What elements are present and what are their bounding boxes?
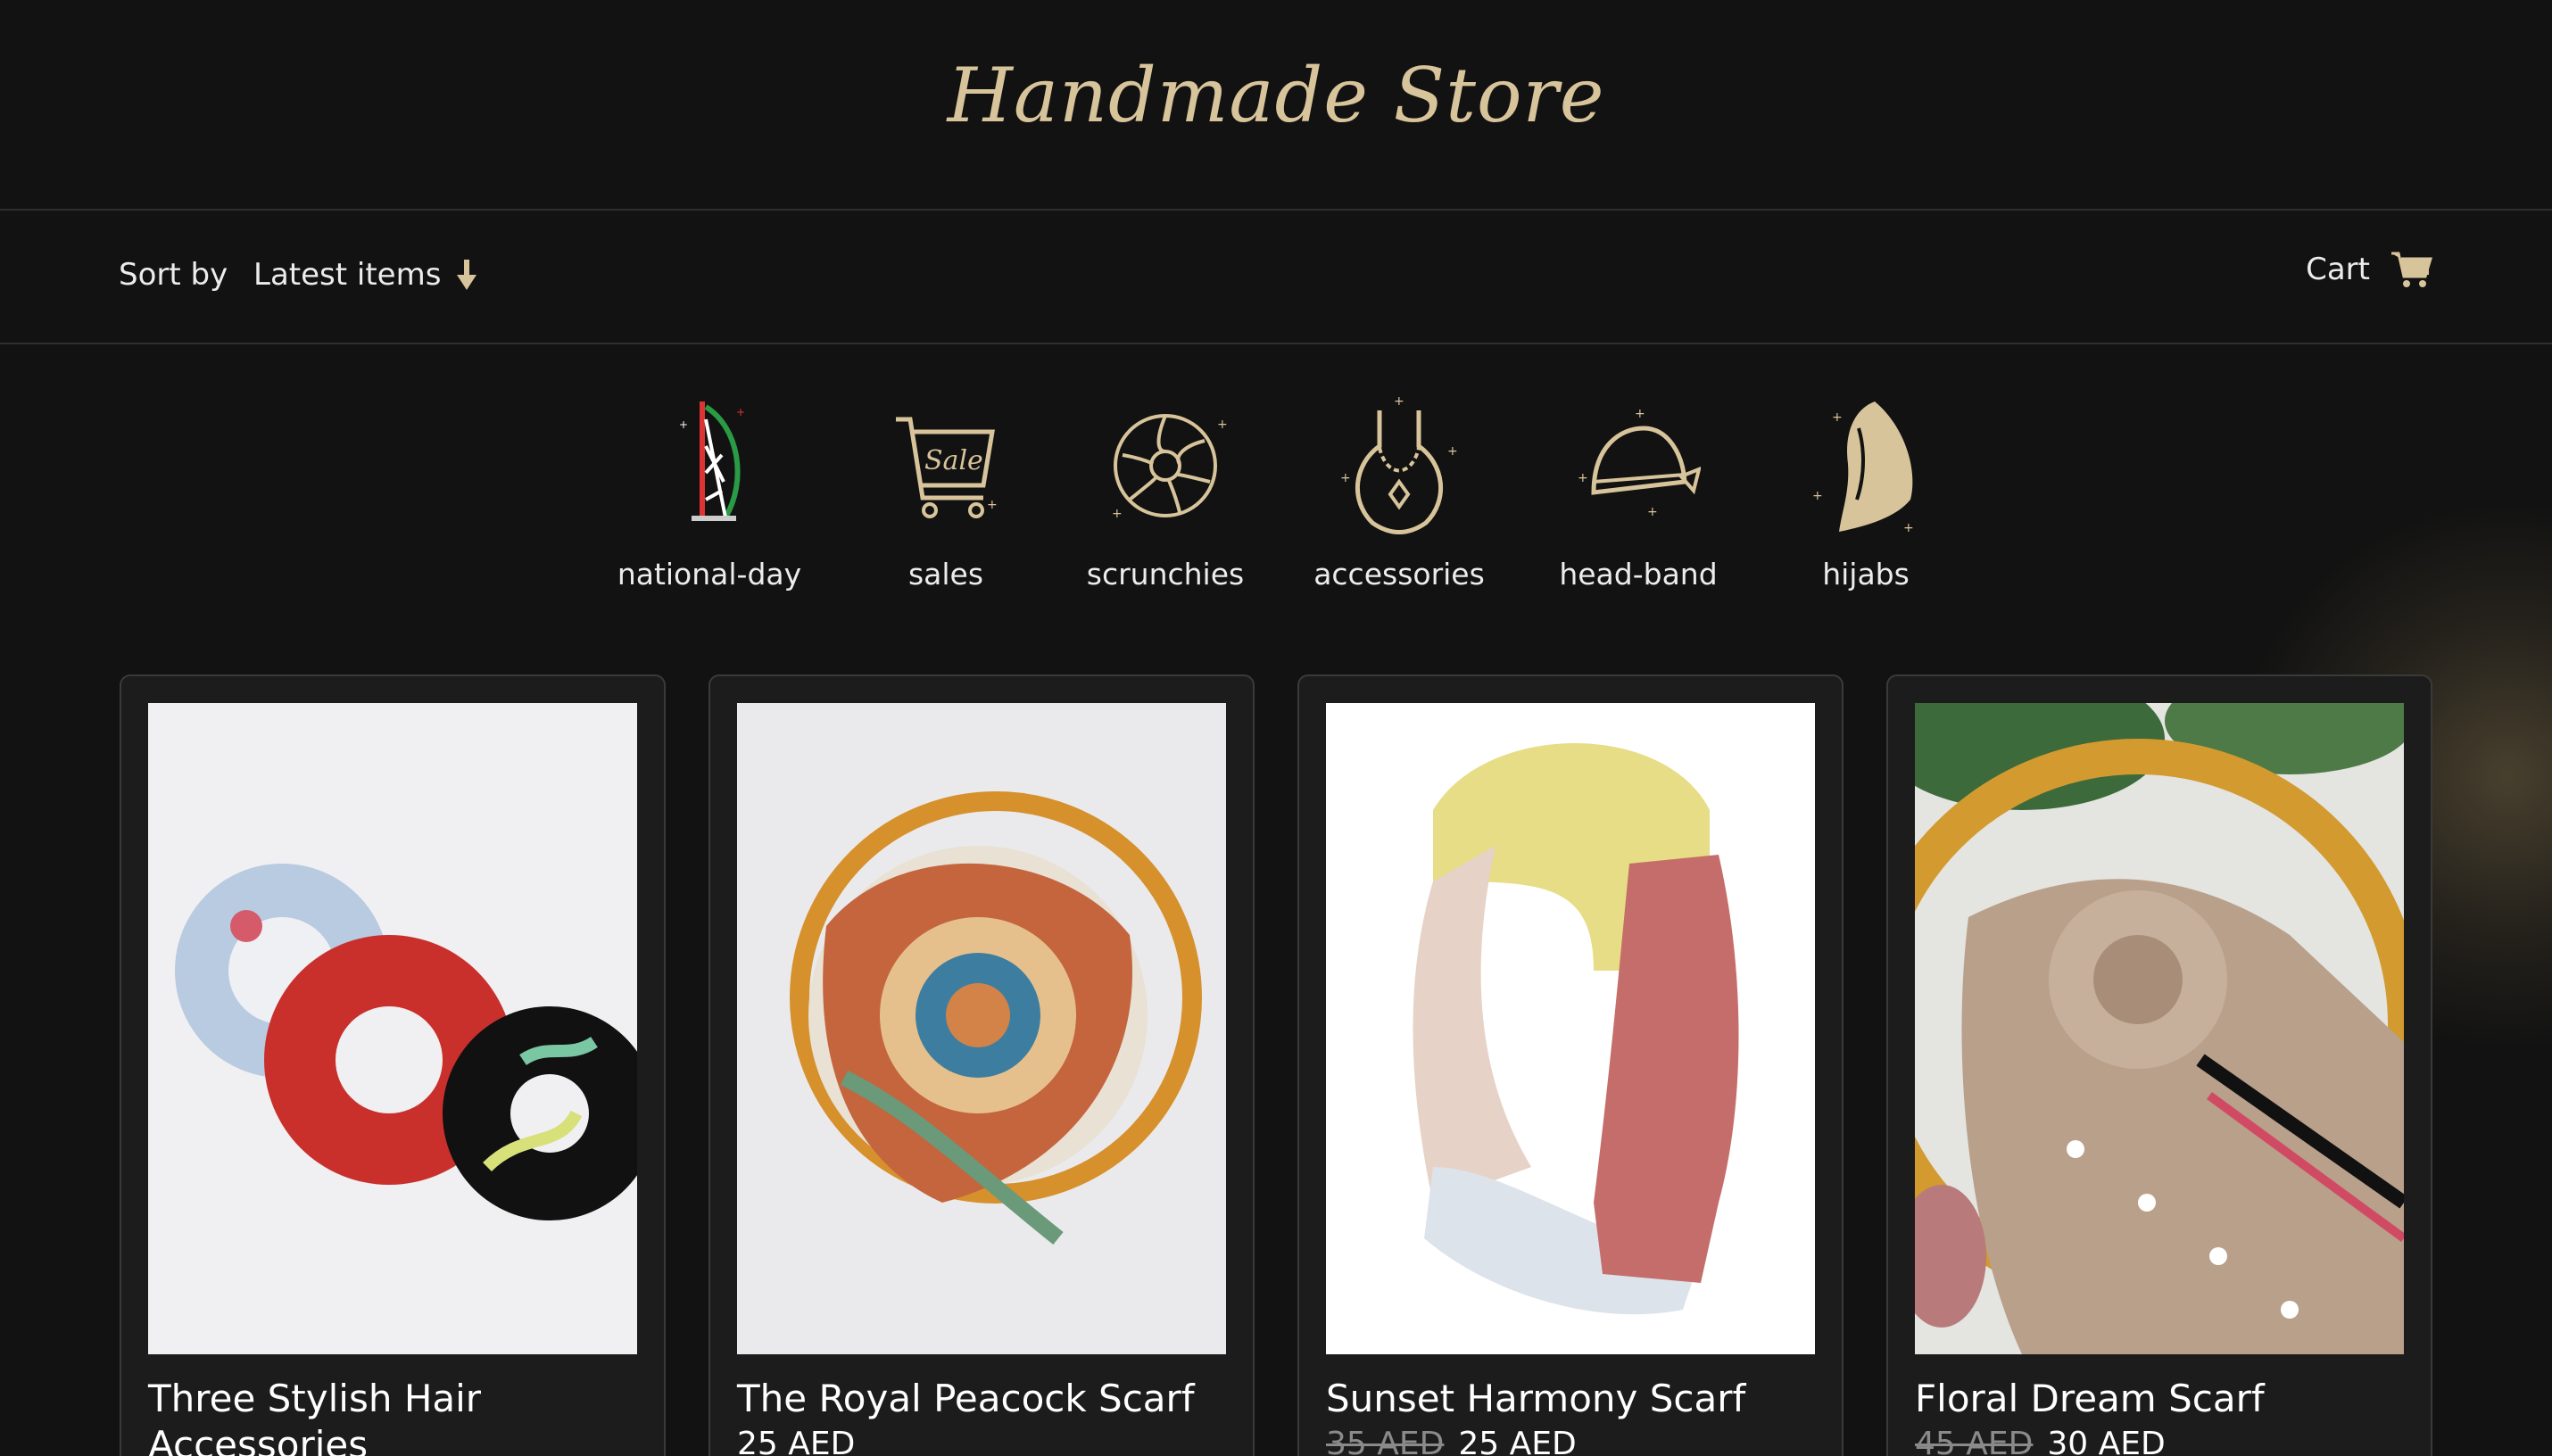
category-hijabs[interactable]: + + + hijabs <box>1759 393 1973 592</box>
floral-scarf-photo <box>1915 703 2404 1354</box>
svg-text:+: + <box>1578 471 1588 485</box>
arrow-down-icon <box>457 260 477 290</box>
category-label: national-day <box>617 557 802 592</box>
store-logo[interactable]: Handmade Store <box>948 52 1605 139</box>
svg-text:+: + <box>1340 471 1351 485</box>
category-label: scrunchies <box>1086 557 1245 592</box>
category-scrunchies[interactable]: + + scrunchies <box>1058 393 1272 592</box>
svg-text:+: + <box>1832 410 1843 425</box>
svg-text:Sale: Sale <box>924 445 983 476</box>
category-label: sales <box>907 557 984 592</box>
product-title: Floral Dream Scarf <box>1915 1377 2265 1420</box>
cart-label: Cart <box>2306 252 2370 287</box>
category-label: accessories <box>1313 557 1485 592</box>
category-head-band[interactable]: + + + head-band <box>1531 393 1745 592</box>
product-title: Three Stylish Hair Accessories <box>148 1377 482 1456</box>
product-card[interactable]: Three Stylish Hair Accessories <box>120 674 666 1456</box>
sort-label: Sort by <box>119 257 228 293</box>
current-price: 25 AED <box>737 1426 856 1456</box>
sale-cart-icon: Sale + <box>896 417 998 518</box>
svg-text:+: + <box>679 418 688 431</box>
necklace-icon: + + + <box>1340 394 1458 534</box>
burj-al-arab-icon: + + <box>679 401 745 521</box>
sort-value: Latest items <box>253 257 442 293</box>
product-image[interactable] <box>1326 703 1815 1354</box>
category-sales[interactable]: Sale + sales <box>839 393 1053 592</box>
product-card[interactable]: Floral Dream Scarf 45 AED 30 AED <box>1886 674 2432 1456</box>
product-price: 25 AED <box>737 1426 855 1456</box>
category-national-day[interactable]: + + national-day <box>602 393 816 592</box>
toolbar: Sort by Latest items Cart <box>0 211 2552 344</box>
svg-text:+: + <box>1812 489 1823 503</box>
svg-text:+: + <box>987 498 998 512</box>
product-image[interactable] <box>148 703 637 1354</box>
product-image[interactable] <box>737 703 1226 1354</box>
scrunchies-photo <box>148 703 637 1354</box>
current-price: 25 AED <box>1458 1426 1577 1456</box>
page: Handmade Store Sort by Latest items Cart <box>0 0 2552 1456</box>
scrunchie-icon: + + <box>1112 414 1228 521</box>
svg-text:+: + <box>1635 407 1645 421</box>
current-price: 30 AED <box>2047 1426 2166 1456</box>
peacock-scarf-photo <box>737 703 1226 1354</box>
shopping-cart-icon <box>2391 252 2432 287</box>
category-accessories[interactable]: + + + accessories <box>1292 393 1506 592</box>
head-band-icon: + + + <box>1578 407 1701 519</box>
svg-text:+: + <box>1903 521 1914 535</box>
product-price: 35 AED 25 AED <box>1326 1426 1577 1456</box>
hijab-icon: + + + <box>1812 401 1914 535</box>
svg-text:+: + <box>736 406 745 418</box>
old-price: 45 AED <box>1915 1426 2034 1456</box>
site-header: Handmade Store <box>0 0 2552 211</box>
product-title: The Royal Peacock Scarf <box>737 1377 1195 1420</box>
sunset-scarf-photo <box>1326 703 1815 1354</box>
cart-button[interactable]: Cart <box>2306 250 2432 289</box>
svg-text:+: + <box>1394 394 1404 409</box>
category-label: hijabs <box>1822 557 1910 592</box>
product-card[interactable]: The Royal Peacock Scarf 25 AED <box>708 674 1255 1456</box>
product-card[interactable]: Sunset Harmony Scarf 35 AED 25 AED <box>1297 674 1844 1456</box>
product-price: 45 AED 30 AED <box>1915 1426 2166 1456</box>
product-title: Sunset Harmony Scarf <box>1326 1377 1746 1420</box>
svg-text:+: + <box>1112 507 1123 521</box>
svg-text:+: + <box>1217 418 1228 432</box>
sort-dropdown[interactable]: Latest items <box>253 257 477 293</box>
svg-text:+: + <box>1647 505 1658 519</box>
svg-text:+: + <box>1447 444 1458 459</box>
old-price: 35 AED <box>1326 1426 1445 1456</box>
category-label: head-band <box>1559 557 1718 592</box>
product-image[interactable] <box>1915 703 2404 1354</box>
